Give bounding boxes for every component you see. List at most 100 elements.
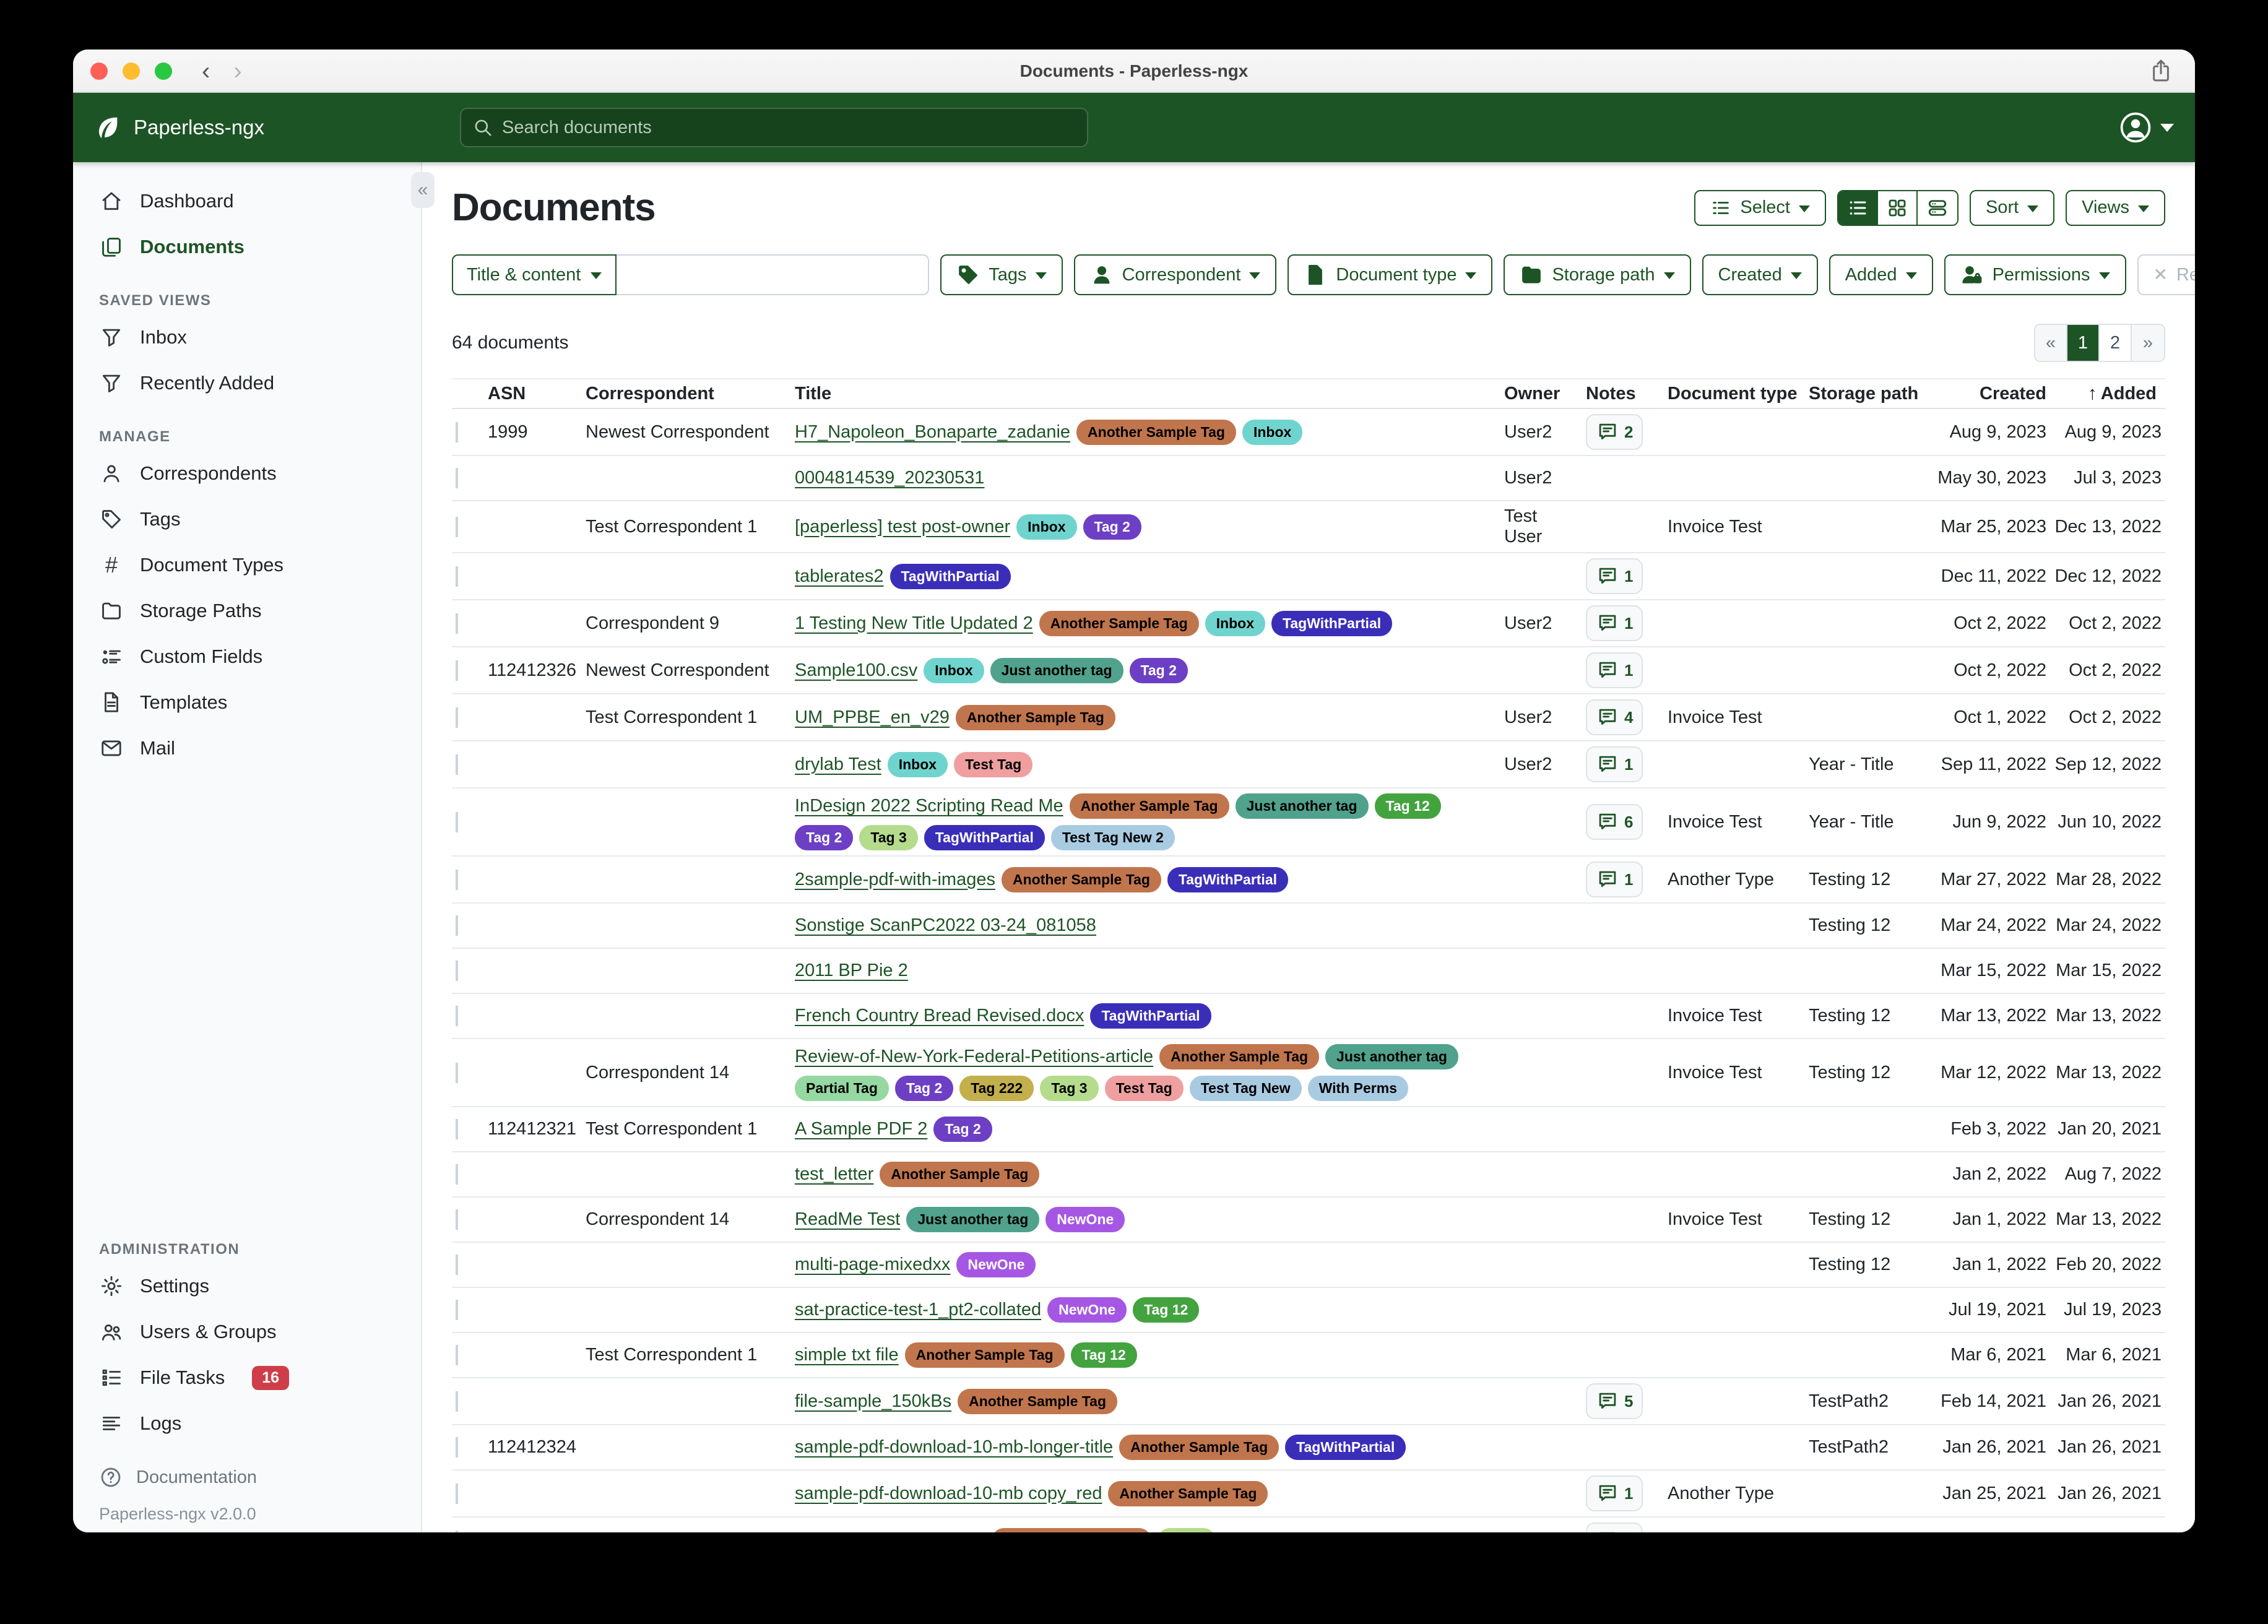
tag-pill[interactable]: TagWithPartial — [890, 564, 1011, 589]
correspondent-filter-button[interactable]: Correspondent — [1074, 254, 1277, 295]
sidebar-item-logs[interactable]: Logs — [73, 1401, 421, 1446]
back-button[interactable]: ‹ — [202, 59, 210, 84]
sidebar-collapse-button[interactable]: « — [411, 172, 435, 208]
tag-pill[interactable]: Another Sample Tag — [1002, 867, 1161, 892]
sidebar-item-inbox[interactable]: Inbox — [73, 314, 421, 360]
cell-storage-path[interactable]: Testing 12 — [1809, 1209, 1931, 1230]
tag-pill[interactable]: With Perms — [1308, 1076, 1408, 1101]
document-link[interactable]: A Sample PDF 2 — [795, 1119, 927, 1139]
tag-pill[interactable]: NewOne — [1047, 1297, 1127, 1323]
cell-storage-path[interactable]: Year - Title — [1809, 812, 1931, 832]
notes-badge[interactable]: 1 — [1586, 558, 1643, 594]
row-checkbox[interactable] — [456, 1063, 458, 1083]
tag-pill[interactable]: TagWithPartial — [1090, 1003, 1211, 1029]
zoom-button[interactable] — [155, 63, 172, 80]
tag-pill[interactable]: TagWithPartial — [1271, 611, 1392, 636]
sidebar-item-settings[interactable]: Settings — [73, 1263, 421, 1309]
cell-storage-path[interactable]: Testing 12 — [1809, 1006, 1931, 1026]
user-menu[interactable] — [2118, 110, 2174, 145]
cell-document-type[interactable]: Invoice Test — [1668, 1006, 1809, 1026]
tag-pill[interactable]: Inbox — [1242, 420, 1302, 445]
minimize-button[interactable] — [123, 63, 140, 80]
pagination-prev[interactable]: « — [2035, 325, 2067, 361]
tag-pill[interactable]: Just another tag — [906, 1207, 1039, 1232]
cell-storage-path[interactable]: Testing 12 — [1809, 1255, 1931, 1275]
col-created[interactable]: Created — [1931, 384, 2050, 404]
document-link[interactable]: Sample100.csv — [795, 660, 917, 681]
pagination-page-2[interactable]: 2 — [2100, 325, 2132, 361]
row-checkbox[interactable] — [456, 1209, 458, 1230]
row-checkbox[interactable] — [456, 1300, 458, 1320]
tag-pill[interactable]: Tag 2 — [1083, 514, 1141, 540]
document-link[interactable]: UM_PPBE_en_v29 — [795, 707, 950, 728]
tag-pill[interactable]: Another Sample Tag — [1070, 793, 1229, 819]
tag-pill[interactable]: Tag 3 — [1040, 1076, 1098, 1101]
notes-badge[interactable]: 4 — [1586, 1522, 1643, 1532]
document-link[interactable]: test_letter — [795, 1164, 873, 1185]
view-detail-button[interactable] — [1918, 191, 1957, 225]
tag-pill[interactable]: Another Sample Tag — [1119, 1435, 1279, 1460]
sidebar-item-templates[interactable]: Templates — [73, 680, 421, 725]
col-correspondent[interactable]: Correspondent — [586, 384, 795, 404]
tag-pill[interactable]: Tag 3 — [1158, 1528, 1216, 1533]
tag-pill[interactable]: Tag 2 — [795, 825, 853, 850]
tag-pill[interactable]: Tag 2 — [933, 1116, 992, 1142]
view-grid-button[interactable] — [1878, 191, 1918, 225]
tag-pill[interactable]: Inbox — [888, 752, 948, 777]
notes-badge[interactable]: 4 — [1586, 699, 1643, 735]
cell-correspondent[interactable]: Correspondent 9 — [586, 1531, 795, 1533]
cell-correspondent[interactable]: Correspondent 14 — [586, 1209, 795, 1230]
tag-pill[interactable]: Another Sample Tag — [905, 1342, 1065, 1368]
cell-correspondent[interactable]: Newest Correspondent — [586, 422, 795, 443]
cell-correspondent[interactable]: Test Correspondent 1 — [586, 517, 795, 537]
document-link[interactable]: 1 Testing New Title Updated 2 — [795, 613, 1033, 634]
added-filter-button[interactable]: Added — [1829, 254, 1933, 295]
sidebar-item-custom-fields[interactable]: Custom Fields — [73, 634, 421, 680]
cell-storage-path[interactable]: Testing 12 — [1809, 1063, 1931, 1083]
cell-storage-path[interactable]: Testing 12 — [1809, 1531, 1931, 1533]
tag-pill[interactable]: NewOne — [1045, 1207, 1125, 1232]
row-checkbox[interactable] — [456, 870, 458, 890]
row-checkbox[interactable] — [456, 1255, 458, 1275]
cell-document-type[interactable]: Invoice Test — [1668, 517, 1809, 537]
tag-pill[interactable]: Another Sample Tag — [992, 1528, 1151, 1533]
row-checkbox[interactable] — [456, 754, 458, 775]
col-document-type[interactable]: Document type — [1668, 384, 1809, 404]
row-checkbox[interactable] — [456, 613, 458, 634]
document-link[interactable]: H7_Napoleon_Bonaparte_zadanie — [795, 422, 1070, 443]
cell-storage-path[interactable]: Testing 12 — [1809, 915, 1931, 936]
row-checkbox[interactable] — [456, 566, 458, 587]
share-icon[interactable] — [2148, 58, 2174, 84]
row-checkbox[interactable] — [456, 422, 458, 443]
tag-pill[interactable]: Test Tag — [954, 752, 1032, 777]
row-checkbox[interactable] — [456, 1531, 458, 1533]
document-link[interactable]: Sonstige ScanPC2022 03-24_081058 — [795, 915, 1096, 936]
row-checkbox[interactable] — [456, 660, 458, 681]
cell-correspondent[interactable]: Correspondent 9 — [586, 613, 795, 634]
cell-document-type[interactable]: Invoice Test — [1668, 1063, 1809, 1083]
tag-pill[interactable]: Another Sample Tag — [880, 1162, 1039, 1187]
tag-pill[interactable]: Inbox — [924, 658, 984, 683]
document-link[interactable]: tablerates2 — [795, 566, 884, 587]
document-link[interactable]: [paperless] test post-owner — [795, 517, 1010, 537]
row-checkbox[interactable] — [456, 1345, 458, 1365]
document-link[interactable]: multi-page-mixedxx — [795, 1255, 950, 1275]
sidebar-item-documents[interactable]: Documents — [73, 224, 421, 270]
document-link[interactable]: InDesign 2022 Scripting Read Me — [795, 796, 1063, 816]
cell-document-type[interactable]: Invoice Test — [1668, 1209, 1809, 1230]
sidebar-item-tags[interactable]: Tags — [73, 496, 421, 542]
cell-correspondent[interactable]: Test Correspondent 1 — [586, 1119, 795, 1139]
tag-pill[interactable]: Another Sample Tag — [1039, 611, 1199, 636]
cell-correspondent[interactable]: Test Correspondent 1 — [586, 1345, 795, 1365]
tag-pill[interactable]: Tag 222 — [959, 1076, 1034, 1101]
views-button[interactable]: Views — [2066, 190, 2165, 226]
document-link[interactable]: sample-pdf-with-images — [795, 1531, 985, 1533]
select-button[interactable]: Select — [1694, 190, 1826, 226]
tag-pill[interactable]: Inbox — [1205, 611, 1265, 636]
document-link[interactable]: Review-of-New-York-Federal-Petitions-art… — [795, 1047, 1153, 1067]
sidebar-item-recently-added[interactable]: Recently Added — [73, 360, 421, 406]
notes-badge[interactable]: 1 — [1586, 1475, 1643, 1511]
tag-pill[interactable]: Test Tag New 2 — [1051, 825, 1175, 850]
document-link[interactable]: 2011 BP Pie 2 — [795, 961, 908, 981]
notes-badge[interactable]: 1 — [1586, 746, 1643, 782]
